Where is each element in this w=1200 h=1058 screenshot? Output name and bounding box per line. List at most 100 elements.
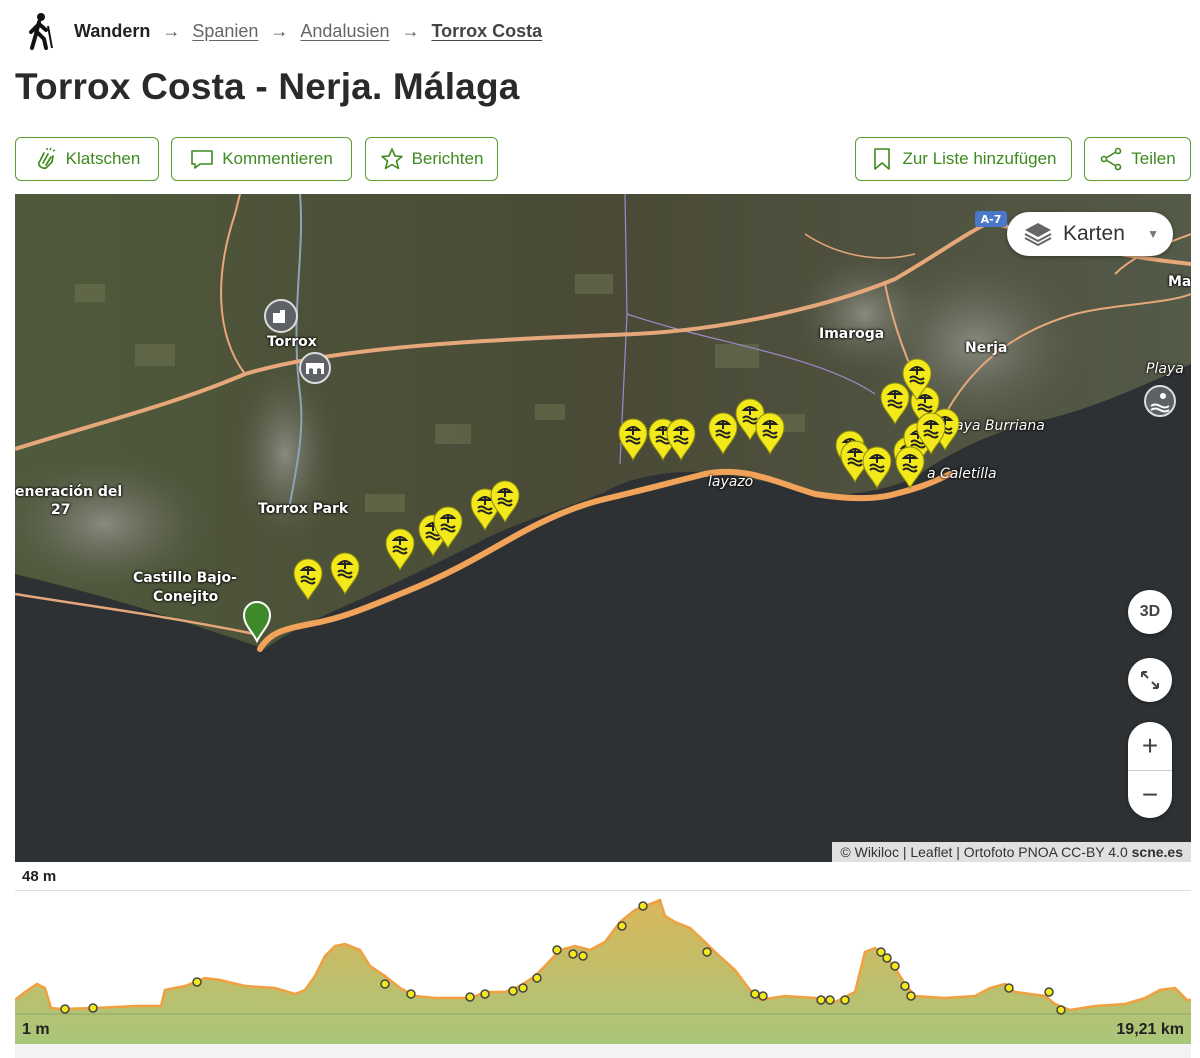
- place-ma: Ma: [1168, 274, 1191, 290]
- page-title: Torrox Costa - Nerja. Málaga: [15, 66, 520, 107]
- elevation-waypoint[interactable]: [578, 951, 588, 961]
- elevation-area: [15, 900, 1191, 1044]
- elevation-waypoint[interactable]: [840, 995, 850, 1005]
- elevation-waypoint[interactable]: [480, 989, 490, 999]
- elevation-waypoint[interactable]: [1044, 987, 1054, 997]
- elevation-max: 48 m: [22, 868, 57, 885]
- elevation-waypoint[interactable]: [380, 979, 390, 989]
- elevation-waypoint[interactable]: [638, 901, 648, 911]
- report-button[interactable]: Berichten: [365, 137, 498, 181]
- comment-button[interactable]: Kommentieren: [171, 137, 352, 181]
- attribution-source: scne.es: [1131, 844, 1183, 860]
- map-attribution[interactable]: © Wikiloc | Leaflet | Ortofoto PNOA CC-B…: [832, 842, 1191, 862]
- elevation-min: 1 m: [22, 1021, 50, 1038]
- three-d-button[interactable]: 3D: [1128, 590, 1172, 634]
- share-label: Teilen: [1131, 149, 1176, 168]
- waypoint-pin-icon[interactable]: [432, 506, 464, 550]
- star-icon: [380, 148, 403, 170]
- town-area: [235, 364, 335, 544]
- waypoint-pin-icon[interactable]: [754, 412, 786, 456]
- add-to-list-label: Zur Liste hinzufügen: [902, 149, 1057, 168]
- place-playa: Playa: [1146, 361, 1184, 377]
- zoom-in-button[interactable]: +: [1128, 722, 1172, 770]
- clap-icon: [37, 147, 55, 170]
- breadcrumb: Wandern → Spanien → Andalusien → Torrox …: [26, 12, 542, 50]
- map-layers-label: Karten: [1063, 222, 1125, 245]
- waypoint-pin-icon[interactable]: [915, 412, 947, 456]
- share-button[interactable]: Teilen: [1084, 137, 1191, 181]
- start-marker[interactable]: [242, 601, 272, 643]
- place-caletilla: a Caletilla: [927, 466, 997, 482]
- elevation-waypoint[interactable]: [816, 995, 826, 1005]
- elevation-waypoint[interactable]: [617, 921, 627, 931]
- place-generacion: eneración del: [15, 484, 123, 500]
- breadcrumb-torrox-costa[interactable]: Torrox Costa: [431, 21, 542, 42]
- waypoint-pin-icon[interactable]: [489, 480, 521, 524]
- clap-label: Klatschen: [65, 149, 141, 168]
- elevation-waypoint[interactable]: [890, 961, 900, 971]
- fullscreen-button[interactable]: [1128, 658, 1172, 702]
- map-layers-button[interactable]: Karten ▼: [1007, 212, 1173, 256]
- elevation-waypoint[interactable]: [406, 989, 416, 999]
- add-to-list-button[interactable]: Zur Liste hinzufügen: [855, 137, 1072, 181]
- attribution-text: © Wikiloc | Leaflet | Ortofoto PNOA CC-B…: [840, 844, 1132, 860]
- elevation-profile[interactable]: [15, 892, 1191, 1044]
- share-icon: [1100, 147, 1122, 171]
- map-canvas[interactable]: [15, 194, 1191, 862]
- breadcrumb-separator: →: [162, 20, 181, 41]
- waypoint-pin-icon[interactable]: [329, 552, 361, 596]
- map[interactable]: A-7 Torrox Torrox Park Castillo Bajo- Co…: [15, 194, 1191, 862]
- place-castillo: Castillo Bajo-: [133, 570, 237, 586]
- report-label: Berichten: [411, 149, 484, 168]
- elevation-waypoint[interactable]: [758, 991, 768, 1001]
- town-area: [795, 254, 935, 374]
- elevation-waypoint[interactable]: [552, 945, 562, 955]
- svg-text:A-7: A-7: [981, 213, 1002, 226]
- waypoint-pin-icon[interactable]: [292, 558, 324, 602]
- elevation-waypoint[interactable]: [825, 995, 835, 1005]
- place-nerja: Nerja: [965, 340, 1008, 356]
- bookmark-icon: [874, 148, 891, 170]
- comment-icon: [191, 150, 214, 169]
- place-torrox: Torrox: [267, 334, 317, 350]
- breadcrumb-root[interactable]: Wandern: [74, 21, 150, 42]
- breadcrumb-andalusia[interactable]: Andalusien: [300, 21, 389, 42]
- aqueduct-icon[interactable]: [298, 351, 332, 385]
- zoom-out-button[interactable]: −: [1128, 770, 1172, 818]
- elevation-waypoint[interactable]: [750, 989, 760, 999]
- beach-icon[interactable]: [1143, 384, 1177, 418]
- elevation-waypoint[interactable]: [60, 1004, 70, 1014]
- elevation-waypoint[interactable]: [1056, 1005, 1066, 1015]
- place-imaroga: Imaroga: [819, 326, 885, 342]
- place-playa-burriana: aya Burriana: [955, 418, 1045, 434]
- place-torrox-park: Torrox Park: [258, 501, 349, 517]
- elevation-waypoint[interactable]: [906, 991, 916, 1001]
- waypoint-pin-icon[interactable]: [384, 528, 416, 572]
- elevation-waypoint[interactable]: [518, 983, 528, 993]
- breadcrumb-separator: →: [401, 20, 420, 41]
- elevation-distance: 19,21 km: [1116, 1021, 1184, 1038]
- elevation-waypoint[interactable]: [465, 992, 475, 1002]
- elevation-waypoint[interactable]: [532, 973, 542, 983]
- monument-icon[interactable]: [263, 298, 299, 334]
- elevation-waypoint[interactable]: [1004, 983, 1014, 993]
- place-generacion-27: 27: [51, 502, 71, 518]
- elevation-waypoint[interactable]: [568, 949, 578, 959]
- elevation-waypoint[interactable]: [900, 981, 910, 991]
- elevation-waypoint[interactable]: [508, 986, 518, 996]
- elevation-waypoint[interactable]: [702, 947, 712, 957]
- elevation-waypoint[interactable]: [882, 953, 892, 963]
- breadcrumb-spain[interactable]: Spanien: [192, 21, 258, 42]
- elevation-top-line: [15, 890, 1191, 891]
- place-conejito: Conejito: [153, 589, 219, 605]
- waypoint-pin-icon[interactable]: [861, 446, 893, 490]
- waypoint-pin-icon[interactable]: [617, 418, 649, 462]
- elevation-waypoint[interactable]: [192, 977, 202, 987]
- clap-button[interactable]: Klatschen: [15, 137, 159, 181]
- waypoint-pin-icon[interactable]: [901, 358, 933, 402]
- expand-icon: [1141, 671, 1159, 689]
- chevron-down-icon: ▼: [1147, 227, 1159, 241]
- waypoint-pin-icon[interactable]: [665, 418, 697, 462]
- elevation-waypoint[interactable]: [88, 1003, 98, 1013]
- road-shield: A-7: [975, 211, 1007, 227]
